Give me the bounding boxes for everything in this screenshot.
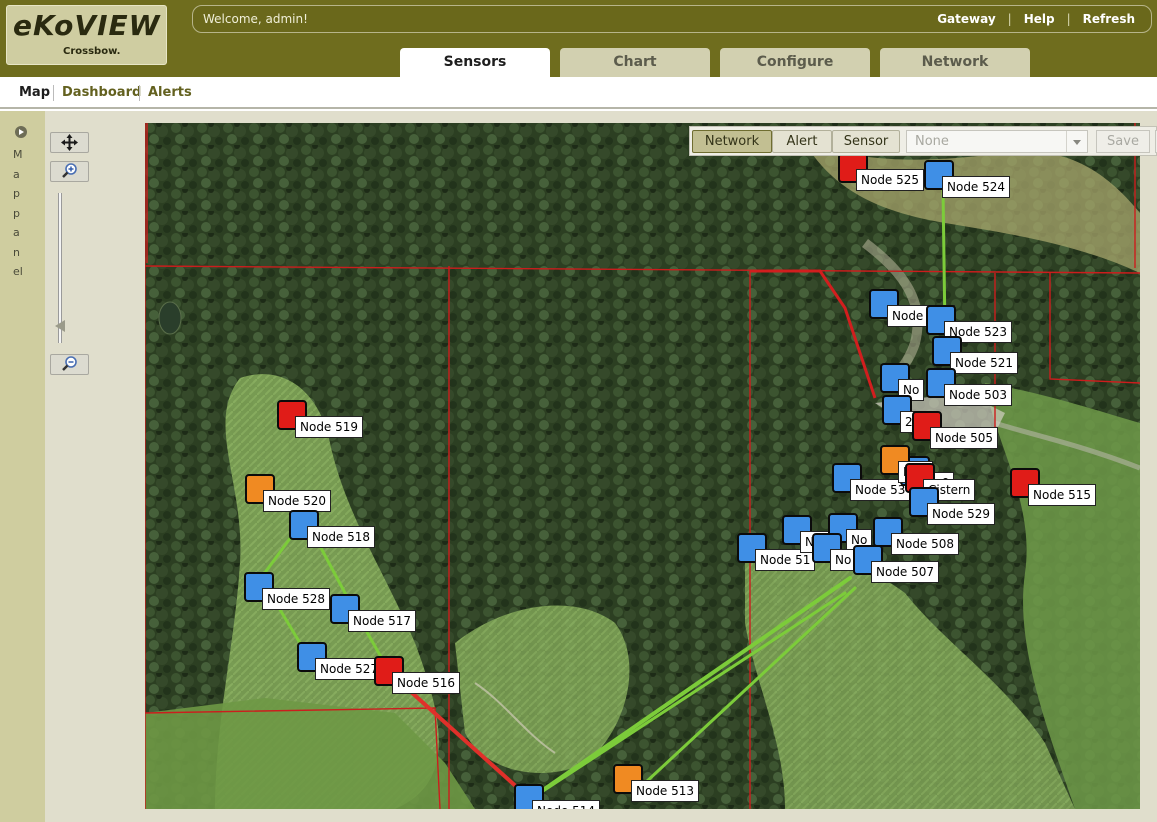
pan-button[interactable] (50, 132, 89, 153)
map-workarea: Map panel Node 51 No No Node 53 No Node … (0, 111, 1157, 822)
sub-navigation: Map Dashboard Alerts (0, 77, 1157, 109)
panel-expand-icon[interactable] (15, 126, 27, 138)
layer-select[interactable]: None (906, 130, 1088, 153)
node-label: Node 517 (348, 610, 417, 632)
node-label: Node 518 (307, 526, 376, 548)
node-label: Node 513 (631, 780, 700, 802)
gateway-link[interactable]: Gateway (937, 12, 995, 26)
tab-sensors[interactable]: Sensors (400, 48, 550, 77)
node-label: Node 516 (392, 672, 461, 694)
node-label: Node 508 (891, 533, 960, 555)
zoom-out-icon (62, 356, 77, 371)
chevron-down-icon[interactable] (1066, 131, 1087, 152)
tab-configure[interactable]: Configure (720, 48, 870, 77)
brand-name: eKoVIEW (13, 9, 161, 42)
node-label: Node 528 (262, 588, 331, 610)
refresh-link[interactable]: Refresh (1083, 12, 1135, 26)
zoom-out-button[interactable] (50, 354, 89, 375)
tab-chart[interactable]: Chart (560, 48, 710, 77)
map-panel-label: Map panel (13, 148, 23, 278)
help-link[interactable]: Help (1024, 12, 1055, 26)
tab-network[interactable]: Network (880, 48, 1030, 77)
zoom-in-icon (62, 163, 77, 178)
subnav-separator (53, 85, 54, 101)
network-mode-button[interactable]: Network (692, 130, 772, 153)
sensor-mode-button[interactable]: Sensor (832, 130, 900, 153)
node-label: Node 507 (871, 561, 940, 583)
link-separator: | (1007, 12, 1012, 26)
alert-mode-button[interactable]: Alert (772, 130, 832, 153)
top-links: Gateway | Help | Refresh (937, 12, 1135, 26)
welcome-bar: Welcome, admin! Gateway | Help | Refresh (192, 5, 1152, 33)
node-label: Node 524 (942, 176, 1011, 198)
map-panel-strip: Map panel (0, 111, 45, 822)
ekoview-logo: eKoVIEW Crossbow. (6, 5, 167, 65)
node-label: Node 505 (930, 427, 999, 449)
map-toolbar: Network Alert Sensor None Save (689, 126, 1157, 156)
vendor-name: Crossbow. (63, 46, 121, 57)
node-label: Node 519 (295, 416, 364, 438)
top-bar: eKoVIEW Crossbow. Welcome, admin! Gatewa… (0, 0, 1157, 77)
node-label: Node 529 (927, 503, 996, 525)
save-button[interactable]: Save (1096, 130, 1150, 153)
zoom-in-button[interactable] (50, 161, 89, 182)
node-label: Node 515 (1028, 484, 1097, 506)
welcome-text: Welcome, admin! (203, 12, 308, 26)
node-label: Node 521 (950, 352, 1019, 374)
subnav-alerts[interactable]: Alerts (148, 85, 192, 100)
subnav-map[interactable]: Map (19, 85, 50, 100)
node-label: Node 514 (532, 800, 601, 809)
layer-select-value: None (915, 134, 949, 149)
subnav-separator (139, 85, 140, 101)
node-label: Node 527 (315, 658, 384, 680)
map-terrain (145, 123, 1140, 809)
node-label: Node 520 (263, 490, 332, 512)
satellite-map[interactable]: Node 51 Nod No No Node 53 No 26 de 9 (145, 123, 1140, 809)
pan-arrows-icon (61, 134, 78, 151)
zoom-slider-thumb[interactable] (55, 320, 65, 332)
link-separator: | (1066, 12, 1071, 26)
subnav-dashboard[interactable]: Dashboard (62, 85, 141, 100)
node-label: Node 503 (944, 384, 1013, 406)
node-label: Node 525 (856, 169, 925, 191)
